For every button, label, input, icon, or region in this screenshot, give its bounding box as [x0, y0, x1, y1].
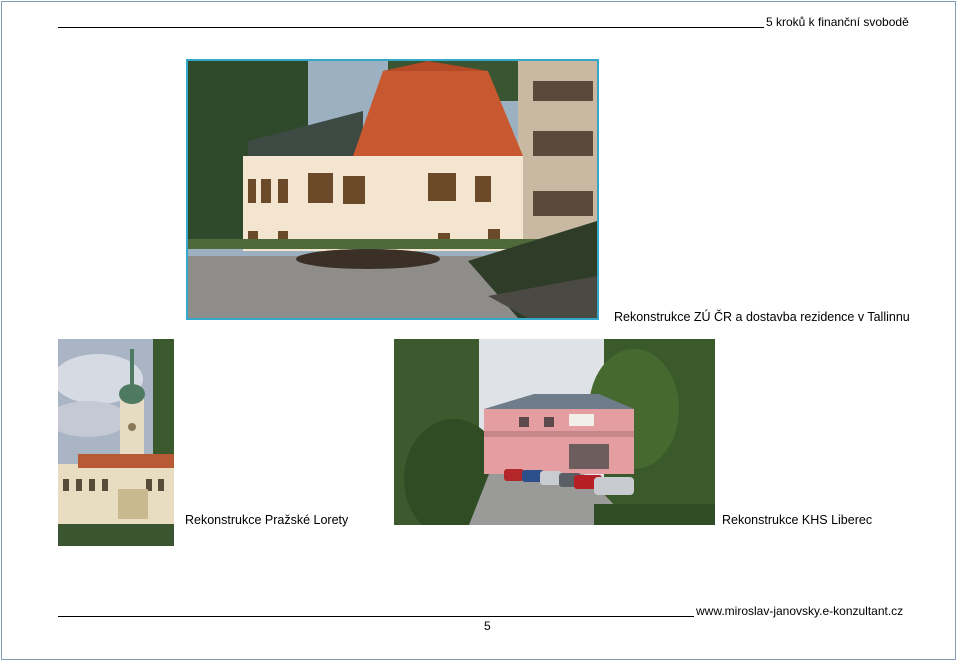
caption-tallinn: Rekonstrukce ZÚ ČR a dostavba rezidence … [614, 310, 910, 324]
photo-khs-liberec [394, 339, 715, 525]
photo-tallinn-residence [186, 59, 599, 320]
page-number: 5 [484, 619, 491, 633]
footer-rule [58, 616, 694, 617]
header-title: 5 kroků k finanční svobodě [766, 15, 909, 29]
header-rule [58, 27, 764, 28]
caption-liberec: Rekonstrukce KHS Liberec [722, 513, 873, 527]
footer-url: www.miroslav-janovsky.e-konzultant.cz [696, 604, 904, 618]
caption-loreto: Rekonstrukce Pražské Lorety [185, 513, 349, 527]
photo-prague-loreto [58, 339, 174, 546]
